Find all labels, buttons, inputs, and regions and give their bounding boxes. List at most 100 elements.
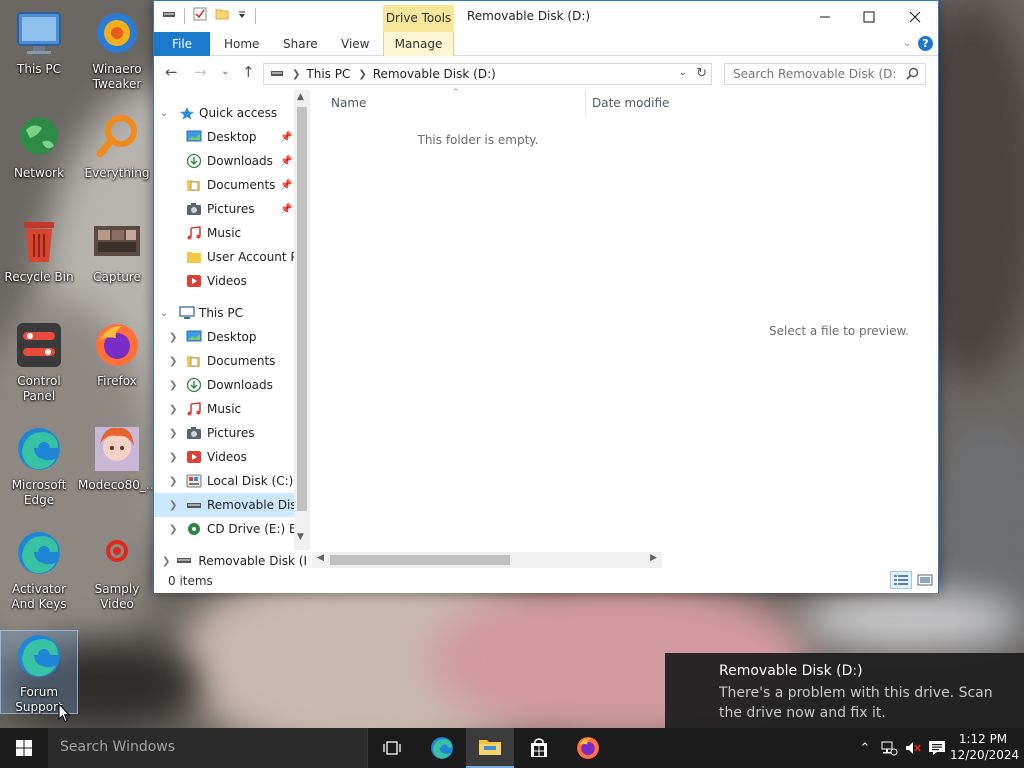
tab-file[interactable]: File: [154, 32, 210, 56]
refresh-icon[interactable]: ↻: [696, 66, 707, 81]
breadcrumb-current[interactable]: Removable Disk (D:): [373, 67, 496, 81]
search-box[interactable]: [724, 63, 926, 85]
desktop-icon-capture[interactable]: Capture: [78, 216, 156, 285]
expand-chevron-icon[interactable]: ❯: [162, 556, 170, 567]
desktop-icon-modeco80[interactable]: Modeco80_...: [78, 424, 157, 493]
customize-toolbar-icon[interactable]: [237, 9, 247, 23]
tab-view[interactable]: View: [341, 32, 369, 56]
nav-qa-user-account-pictures[interactable]: User Account Pi: [154, 245, 310, 269]
column-divider[interactable]: [585, 90, 586, 116]
tab-share[interactable]: Share: [283, 32, 318, 56]
scroll-down-arrow-icon[interactable]: ▼: [297, 532, 304, 542]
scrollbar-thumb[interactable]: [297, 107, 307, 511]
desktop-icon-samply-video[interactable]: Samply Video: [78, 528, 156, 612]
breadcrumb-chevron-icon[interactable]: ❯: [292, 69, 300, 80]
pin-icon[interactable]: 📌: [280, 180, 292, 191]
expand-chevron-icon[interactable]: ❯: [169, 404, 179, 415]
taskbar-firefox-button[interactable]: [564, 728, 612, 768]
nav-pane-scrollbar[interactable]: ▲ ▼: [294, 90, 310, 550]
tab-manage[interactable]: Manage: [383, 32, 454, 56]
close-button[interactable]: [892, 1, 938, 32]
search-input[interactable]: [725, 64, 895, 84]
desktop-icon-network[interactable]: Network: [0, 112, 78, 181]
forward-arrow-icon[interactable]: →: [194, 63, 207, 81]
properties-icon[interactable]: [193, 7, 207, 24]
expand-chevron-icon[interactable]: ❯: [169, 380, 179, 391]
collapse-chevron-icon[interactable]: ⌄: [160, 308, 170, 319]
file-list-pane[interactable]: ⌃ Name Date modifie This folder is empty…: [312, 88, 740, 550]
expand-chevron-icon[interactable]: ❯: [169, 524, 179, 535]
expand-ribbon-chevron-icon[interactable]: ⌄: [902, 35, 912, 49]
action-center-notification-icon[interactable]: [926, 728, 948, 768]
nav-qa-pictures[interactable]: Pictures 📌: [154, 197, 310, 221]
nav-pc-documents[interactable]: ❯ Documents: [154, 349, 310, 373]
scroll-up-arrow-icon[interactable]: ▲: [297, 92, 304, 102]
volume-muted-icon[interactable]: [902, 728, 924, 768]
horizontal-scrollbar[interactable]: ◀ ▶: [312, 552, 662, 568]
expand-chevron-icon[interactable]: ❯: [169, 500, 179, 511]
nav-pc-cd-drive-e[interactable]: ❯ CD Drive (E:) ESD: [154, 517, 310, 541]
nav-this-pc[interactable]: ⌄ This PC: [154, 301, 310, 325]
nav-removable-disk-root[interactable]: ❯ Removable Disk (I: [162, 552, 307, 570]
nav-pc-music[interactable]: ❯ Music: [154, 397, 310, 421]
desktop-icon-firefox[interactable]: Firefox: [78, 320, 156, 389]
pin-icon[interactable]: 📌: [280, 204, 292, 215]
nav-pc-pictures[interactable]: ❯ Pictures: [154, 421, 310, 445]
expand-chevron-icon[interactable]: ❯: [169, 476, 179, 487]
nav-qa-music[interactable]: Music: [154, 221, 310, 245]
nav-quick-access[interactable]: ⌄ Quick access: [154, 101, 310, 125]
taskbar-edge-button[interactable]: [418, 728, 466, 768]
expand-chevron-icon[interactable]: ❯: [169, 332, 179, 343]
system-clock[interactable]: 1:12 PM 12/20/2024: [950, 731, 1019, 763]
back-arrow-icon[interactable]: ←: [165, 63, 178, 81]
desktop-icon-control-panel[interactable]: Control Panel: [0, 320, 78, 404]
help-icon[interactable]: ?: [918, 36, 933, 51]
nav-pc-videos[interactable]: ❯ Videos: [154, 445, 310, 469]
task-view-button[interactable]: [368, 728, 416, 768]
desktop-icon-activator-and-keys[interactable]: Activator And Keys: [0, 528, 78, 612]
pin-icon[interactable]: 📌: [280, 156, 292, 167]
expand-chevron-icon[interactable]: ❯: [169, 452, 179, 463]
drive-problem-notification[interactable]: Removable Disk (D:) There's a problem wi…: [665, 653, 1024, 728]
network-status-icon[interactable]: [878, 728, 900, 768]
scroll-right-arrow-icon[interactable]: ▶: [650, 553, 657, 563]
scroll-left-arrow-icon[interactable]: ◀: [317, 553, 324, 563]
nav-pc-downloads[interactable]: ❯ Downloads: [154, 373, 310, 397]
desktop-icon-recycle-bin[interactable]: Recycle Bin: [0, 216, 78, 285]
breadcrumb-chevron-icon[interactable]: ❯: [358, 69, 366, 80]
nav-pc-removable-disk[interactable]: ❯ Removable Disk: [154, 493, 310, 517]
nav-qa-desktop[interactable]: Desktop 📌: [154, 125, 310, 149]
desktop-icon-everything[interactable]: Everything: [78, 112, 156, 181]
expand-chevron-icon[interactable]: ❯: [169, 428, 179, 439]
breadcrumb-this-pc[interactable]: This PC: [306, 67, 350, 81]
taskbar-store-button[interactable]: [515, 728, 563, 768]
up-arrow-icon[interactable]: ↑: [242, 63, 255, 81]
scrollbar-thumb[interactable]: [330, 555, 510, 565]
large-icons-view-button[interactable]: [914, 571, 936, 589]
search-icon[interactable]: [906, 67, 919, 83]
taskbar-search-box[interactable]: Search Windows: [48, 728, 368, 768]
nav-qa-downloads[interactable]: Downloads 📌: [154, 149, 310, 173]
nav-qa-videos[interactable]: Videos: [154, 269, 310, 293]
maximize-button[interactable]: [846, 1, 892, 32]
expand-chevron-icon[interactable]: ❯: [169, 356, 179, 367]
column-header-date-modified[interactable]: Date modifie: [592, 96, 669, 110]
address-dropdown-chevron-icon[interactable]: ⌄: [679, 67, 687, 78]
pin-icon[interactable]: 📌: [280, 132, 292, 143]
desktop-icon-microsoft-edge[interactable]: Microsoft Edge: [0, 424, 78, 508]
nav-pc-local-disk-c[interactable]: ❯ Local Disk (C:): [154, 469, 310, 493]
nav-qa-documents[interactable]: Documents 📌: [154, 173, 310, 197]
recent-locations-chevron-icon[interactable]: ⌄: [221, 66, 229, 77]
taskbar-file-explorer-button[interactable]: [466, 728, 514, 768]
minimize-button[interactable]: [802, 1, 848, 32]
column-header-name[interactable]: Name: [331, 96, 366, 110]
details-view-button[interactable]: [890, 571, 912, 589]
nav-pc-desktop[interactable]: ❯ Desktop: [154, 325, 310, 349]
show-hidden-icons-chevron-icon[interactable]: ⌃: [856, 728, 874, 768]
start-button[interactable]: [0, 728, 48, 768]
desktop-icon-forum-support[interactable]: Forum Support: [0, 630, 78, 714]
collapse-chevron-icon[interactable]: ⌄: [160, 108, 170, 119]
address-bar[interactable]: ❯ This PC ❯ Removable Disk (D:) ⌄ ↻: [263, 63, 712, 85]
desktop-icon-this-pc[interactable]: This PC: [0, 8, 78, 77]
desktop-icon-winaero-tweaker[interactable]: Winaero Tweaker: [78, 8, 156, 92]
